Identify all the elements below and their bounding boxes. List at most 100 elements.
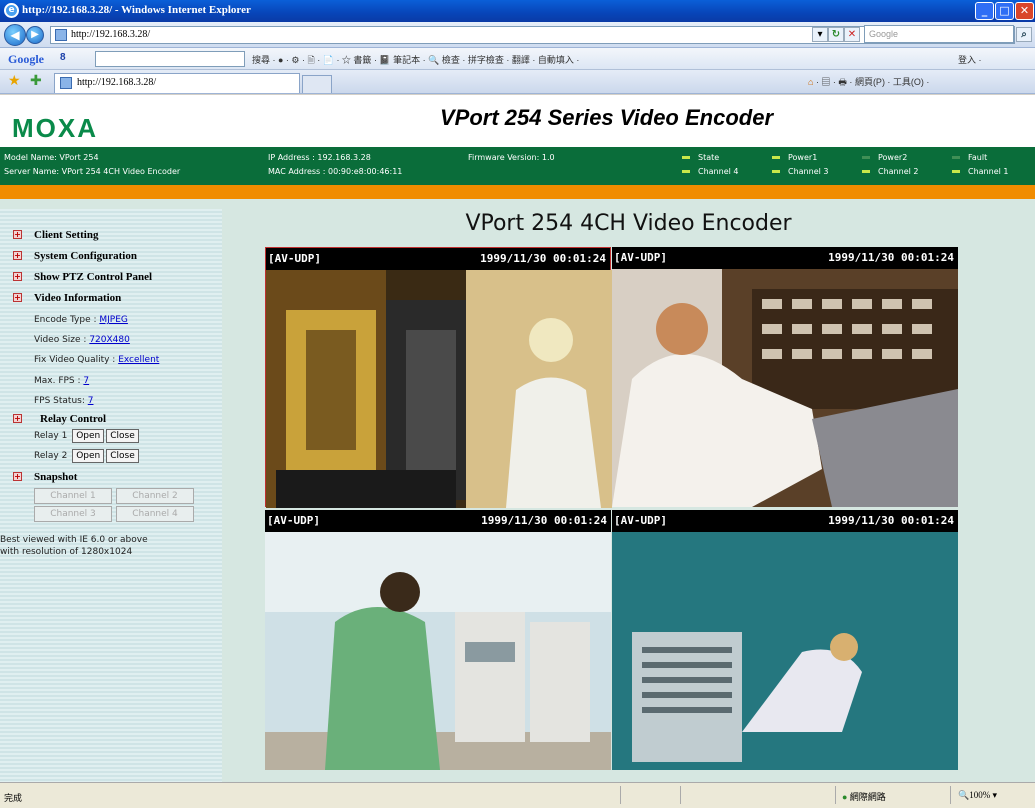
- menu-snapshot[interactable]: + Snapshot: [13, 471, 77, 483]
- relay-1-close-button[interactable]: Close: [106, 429, 139, 443]
- led-channel-1: Channel 1: [952, 167, 1008, 176]
- browser-window: e http://192.168.3.28/ - Windows Interne…: [0, 0, 1035, 808]
- close-window-button[interactable]: ✕: [1015, 2, 1034, 20]
- video-3-frame: [265, 532, 611, 770]
- new-tab-button[interactable]: [302, 75, 332, 93]
- home-icon: ⌂: [808, 77, 814, 87]
- fix-quality-link[interactable]: Excellent: [118, 355, 159, 365]
- tab-bar: ★ ✚ http://192.168.3.28/ ⌂ · ▤ · 🖶 · 網頁(…: [0, 70, 1035, 94]
- expand-icon: +: [13, 272, 22, 281]
- google-toolbar-items[interactable]: 搜尋 · ● · ⚙ · 🗎 · 📄 · ☆ 書籤 · 📓 筆記本 · 🔍 檢查…: [252, 53, 579, 69]
- favorites-star-icon[interactable]: ★: [8, 73, 21, 89]
- minimize-button[interactable]: _: [975, 2, 994, 20]
- relay-2-row: Relay 2 Open Close: [34, 449, 139, 463]
- video-size: Video Size : 720X480: [34, 335, 130, 345]
- relay-1-open-button[interactable]: Open: [72, 429, 105, 443]
- address-toolbar: ◀ ▶ http://192.168.3.28/ ▾ ↻ ✕ Google ⌕: [0, 22, 1035, 48]
- video-2-frame: [612, 269, 958, 507]
- page-header: MOXA VPort 254 Series Video Encoder: [0, 95, 1035, 147]
- max-fps: Max. FPS : 7: [34, 376, 90, 386]
- status-bar: 完成 ● 網際網路 🔍100% ▾: [0, 782, 1035, 808]
- expand-icon: +: [13, 251, 22, 260]
- snapshot-channel-1-button[interactable]: Channel 1: [34, 488, 112, 504]
- main-video-area: VPort 254 4CH Video Encoder [AV-UDP] 1999…: [222, 209, 1035, 782]
- ip-address: IP Address : 192.168.3.28: [268, 153, 371, 162]
- relay-1-row: Relay 1 Open Close: [34, 429, 139, 443]
- window-title-bar: e http://192.168.3.28/ - Windows Interne…: [0, 0, 1035, 22]
- encode-type: Encode Type : MJPEG: [34, 315, 128, 325]
- video-4-frame: [612, 532, 958, 770]
- expand-icon: +: [13, 230, 22, 239]
- menu-video-information[interactable]: + Video Information: [13, 292, 121, 304]
- fps-status: FPS Status: 7: [34, 396, 94, 406]
- window-title: http://192.168.3.28/ - Windows Internet …: [22, 4, 251, 16]
- relay-2-open-button[interactable]: Open: [72, 449, 105, 463]
- led-power2: Power2: [862, 153, 907, 162]
- page-icon: [55, 29, 67, 41]
- refresh-icon[interactable]: ↻: [828, 27, 844, 42]
- web-search-input[interactable]: Google: [864, 25, 1014, 43]
- security-zone[interactable]: ● 網際網路: [842, 790, 886, 803]
- address-url: http://192.168.3.28/: [71, 29, 151, 40]
- main-title: VPort 254 4CH Video Encoder: [465, 211, 792, 236]
- browser-note: Best viewed with IE 6.0 or above with re…: [0, 535, 148, 557]
- tab-page-icon: [60, 77, 72, 89]
- model-name: Model Name: VPort 254: [4, 153, 99, 162]
- command-bar[interactable]: ⌂ · ▤ · 🖶 · 網頁(P) · 工具(O) ·: [808, 75, 929, 91]
- forward-button[interactable]: ▶: [26, 26, 44, 44]
- maximize-button[interactable]: □: [995, 2, 1014, 20]
- menu-system-configuration[interactable]: + System Configuration: [13, 250, 137, 262]
- video-channel-1[interactable]: [AV-UDP] 1999/11/30 00:01:24: [265, 247, 612, 508]
- snapshot-channel-3-button[interactable]: Channel 3: [34, 506, 112, 522]
- mac-address: MAC Address : 00:90:e8:00:46:11: [268, 167, 403, 176]
- expand-icon: +: [13, 293, 22, 302]
- product-title: VPort 254 Series Video Encoder: [440, 105, 773, 130]
- video-channel-4[interactable]: [AV-UDP] 1999/11/30 00:01:24: [612, 510, 958, 770]
- fps-status-link[interactable]: 7: [88, 396, 94, 406]
- max-fps-link[interactable]: 7: [83, 376, 89, 386]
- firmware-version: Firmware Version: 1.0: [468, 153, 555, 162]
- menu-relay-control[interactable]: + Relay Control: [13, 413, 106, 425]
- moxa-logo: MOXA: [12, 113, 98, 143]
- encode-type-link[interactable]: MJPEG: [99, 315, 128, 325]
- led-channel-4: Channel 4: [682, 167, 738, 176]
- expand-icon: +: [13, 414, 22, 423]
- snapshot-channel-4-button[interactable]: Channel 4: [116, 506, 194, 522]
- back-button[interactable]: ◀: [4, 24, 26, 46]
- menu-client-setting[interactable]: + Client Setting: [13, 229, 98, 241]
- video-channel-3[interactable]: [AV-UDP] 1999/11/30 00:01:24: [265, 510, 611, 770]
- add-favorites-icon[interactable]: ✚: [30, 73, 42, 89]
- video-channel-2[interactable]: [AV-UDP] 1999/11/30 00:01:24: [612, 247, 958, 507]
- led-fault: Fault: [952, 153, 987, 162]
- google-search-value[interactable]: 8: [60, 52, 66, 63]
- device-info-bar: Model Name: VPort 254 Server Name: VPort…: [0, 147, 1035, 185]
- led-channel-2: Channel 2: [862, 167, 918, 176]
- ie-icon: e: [4, 3, 19, 18]
- stop-icon[interactable]: ✕: [844, 27, 860, 42]
- video-size-link[interactable]: 720X480: [89, 335, 130, 345]
- search-icon[interactable]: ⌕: [1016, 27, 1032, 42]
- video-1-overlay: [AV-UDP] 1999/11/30 00:01:24: [266, 248, 610, 270]
- spacer: [0, 199, 1035, 209]
- tab-current[interactable]: http://192.168.3.28/: [54, 73, 300, 93]
- fix-video-quality: Fix Video Quality : Excellent: [34, 355, 160, 365]
- zoom-level[interactable]: 🔍100% ▾: [958, 790, 997, 801]
- menu-show-ptz[interactable]: + Show PTZ Control Panel: [13, 271, 152, 283]
- led-state: State: [682, 153, 719, 162]
- expand-icon: +: [13, 472, 22, 481]
- dropdown-arrow-icon[interactable]: ▾: [812, 27, 828, 42]
- led-channel-3: Channel 3: [772, 167, 828, 176]
- google-logo: Google: [8, 52, 44, 66]
- relay-2-close-button[interactable]: Close: [106, 449, 139, 463]
- signin-link[interactable]: 登入 ·: [958, 53, 982, 66]
- globe-icon: ●: [842, 792, 848, 802]
- page-content: MOXA VPort 254 Series Video Encoder Mode…: [0, 95, 1035, 782]
- video-1-frame: [266, 270, 612, 508]
- snapshot-channel-2-button[interactable]: Channel 2: [116, 488, 194, 504]
- video-2-overlay: [AV-UDP] 1999/11/30 00:01:24: [612, 247, 958, 269]
- google-search-input[interactable]: [95, 51, 245, 67]
- video-3-overlay: [AV-UDP] 1999/11/30 00:01:24: [265, 510, 611, 532]
- google-toolbar: Google 8 搜尋 · ● · ⚙ · 🗎 · 📄 · ☆ 書籤 · 📓 筆…: [0, 48, 1035, 70]
- tab-title: http://192.168.3.28/: [77, 77, 157, 88]
- left-sidebar: + Client Setting + System Configuration + S…: [0, 209, 222, 782]
